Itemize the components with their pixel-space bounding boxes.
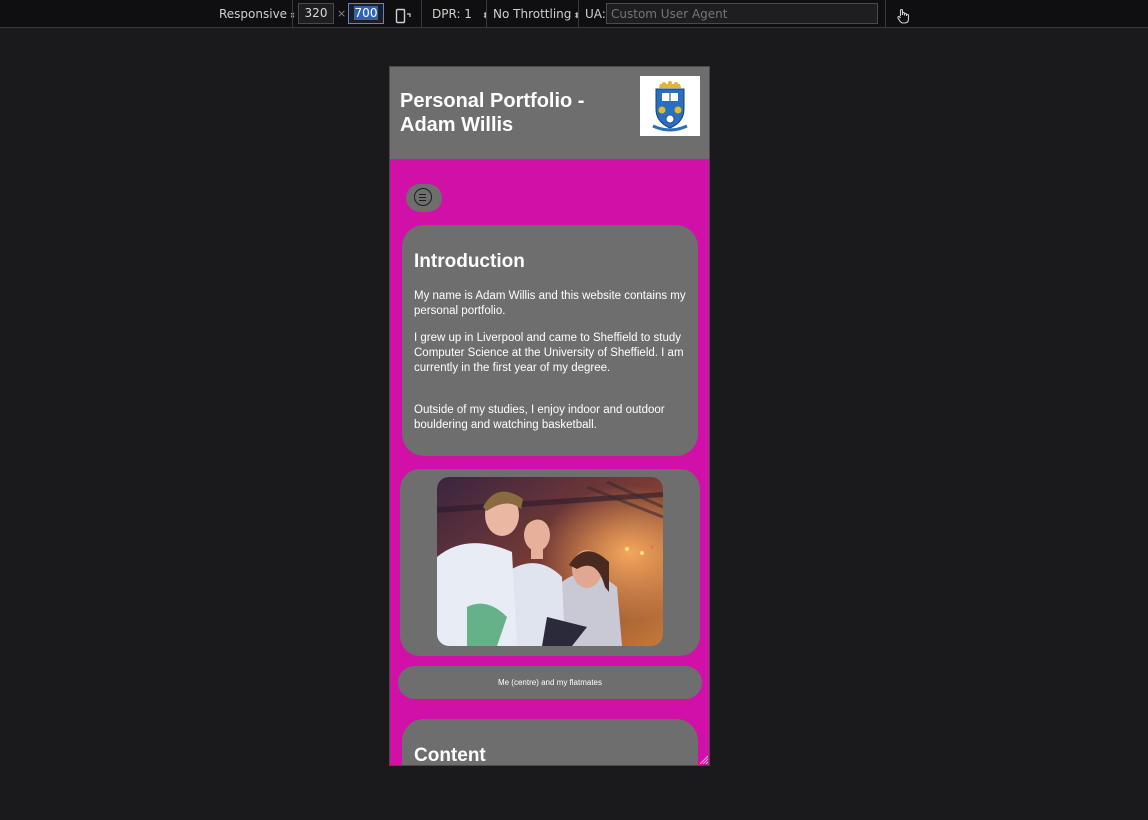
device-selector-label: Responsive [219,7,288,21]
toolbar-divider [885,0,886,28]
chevron-updown-icon: ⬍ [573,11,581,20]
throttling-label: No Throttling [493,7,572,21]
photo-section [400,469,700,656]
menu-toggle-button[interactable] [406,184,442,212]
ua-label: UA: [585,7,606,21]
toolbar-divider [292,0,293,28]
touch-simulation-icon [897,8,910,24]
content-section: Content [402,719,698,766]
toolbar-divider [486,0,487,28]
introduction-heading: Introduction [414,251,525,272]
rotate-device-icon [395,8,411,24]
device-selector[interactable]: Responsive⬍ [219,0,296,28]
introduction-section: Introduction My name is Adam Willis and … [402,225,698,456]
viewport-height-value: 700 [353,6,379,20]
intro-paragraph: I grew up in Liverpool and came to Sheff… [414,332,684,374]
touch-simulation-button[interactable] [895,6,911,24]
throttling-selector[interactable]: No Throttling ⬍ [493,0,580,28]
device-viewport: Personal Portfolio - Adam Willis Introdu… [389,66,710,766]
intro-paragraph: Outside of my studies, I enjoy indoor an… [414,404,665,431]
photo-caption: Me (centre) and my flatmates [398,666,702,699]
flatmates-photo [437,477,663,646]
page-title: Personal Portfolio - Adam Willis [400,90,585,136]
site-header: Personal Portfolio - Adam Willis [390,67,709,159]
toolbar-divider [578,0,579,28]
photo-caption-text: Me (centre) and my flatmates [497,678,603,687]
viewport-width-input[interactable]: 320 [298,3,334,24]
content-heading: Content [414,745,486,766]
intro-paragraph: My name is Adam Willis and this website … [414,290,686,317]
user-agent-input[interactable] [606,3,878,24]
rotate-device-button[interactable] [395,6,411,24]
responsive-toolbar: Responsive⬍ 320 × 700 DPR: 1⬍ No Throttl… [0,0,1148,28]
dimension-separator: × [337,7,347,20]
hamburger-menu-icon [414,188,432,206]
viewport-width-value: 320 [304,6,328,20]
toolbar-divider [421,0,422,28]
dpr-selector[interactable]: DPR: 1⬍ [432,0,489,28]
viewport-height-input[interactable]: 700 [348,3,384,24]
dpr-label: DPR: 1 [432,7,472,21]
flatmates-photo-image [437,477,663,646]
resize-handle-icon[interactable] [698,754,708,764]
university-crest-logo [640,76,700,136]
university-crest-icon [652,81,688,132]
